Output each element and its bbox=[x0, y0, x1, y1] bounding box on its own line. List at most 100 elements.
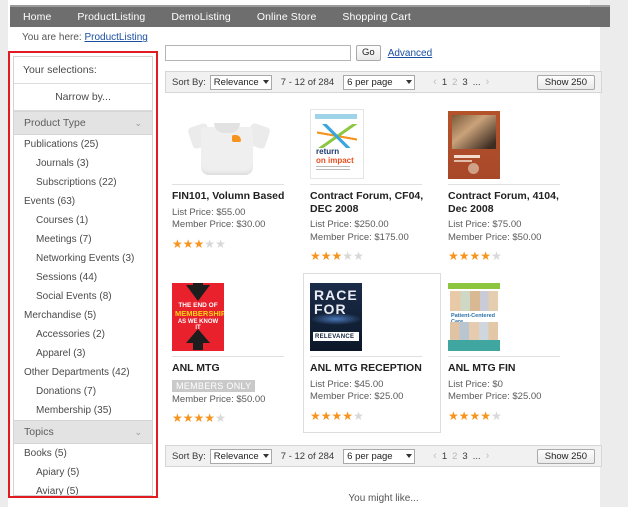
facet-item[interactable]: Membership (35) bbox=[14, 401, 152, 420]
facet-item[interactable]: Other Departments (42) bbox=[14, 363, 152, 382]
product-image-orange-book[interactable] bbox=[448, 111, 500, 179]
nav-item-online-store[interactable]: Online Store bbox=[244, 7, 330, 27]
product-name[interactable]: ANL MTG RECEPTION bbox=[310, 362, 434, 375]
facet-group-title: Product Type bbox=[24, 117, 86, 129]
star-icon: ★ bbox=[204, 411, 216, 425]
page-button-2[interactable]: 2 bbox=[452, 77, 457, 88]
product-rating-stars[interactable]: ★★★★★ bbox=[310, 410, 434, 422]
narrow-by-button[interactable]: Narrow by... bbox=[14, 84, 152, 111]
facet-item[interactable]: Meetings (7) bbox=[14, 230, 152, 249]
star-icon: ★ bbox=[353, 249, 364, 263]
page-button-1[interactable]: 1 bbox=[442, 451, 447, 462]
product-list-price: List Price: $0 bbox=[448, 378, 503, 390]
star-icon: ★ bbox=[172, 236, 183, 251]
nav-item-demolisting[interactable]: DemoListing bbox=[158, 7, 243, 27]
chevron-left-icon[interactable]: ‹ bbox=[433, 76, 437, 88]
facet-group-title: Topics bbox=[24, 426, 54, 438]
chevron-right-icon[interactable]: › bbox=[486, 76, 490, 88]
star-icon: ★ bbox=[491, 249, 502, 263]
product-list-price: List Price: $75.00 bbox=[448, 219, 522, 230]
product-name[interactable]: ANL MTG bbox=[172, 362, 296, 375]
product-image-patient-centered-care[interactable]: Patient-Centered Care bbox=[448, 283, 500, 351]
facet-group-header-product-type[interactable]: Product Type ⌄ bbox=[14, 111, 152, 135]
search-input[interactable] bbox=[165, 45, 351, 61]
tile-divider bbox=[310, 184, 422, 185]
star-icon: ★ bbox=[353, 408, 364, 423]
facet-item[interactable]: Networking Events (3) bbox=[14, 249, 152, 268]
facet-item[interactable]: Merchandise (5) bbox=[14, 306, 152, 325]
product-image-return-on-impact[interactable]: return on impact bbox=[310, 109, 364, 179]
product-member-price: Member Price: $30.00 bbox=[172, 219, 266, 230]
chevron-down-icon: ⌄ bbox=[134, 426, 142, 437]
star-icon: ★ bbox=[331, 249, 343, 263]
advanced-search-link[interactable]: Advanced bbox=[388, 48, 432, 59]
page-button-3[interactable]: 3 bbox=[462, 451, 467, 462]
per-page-value: 6 per page bbox=[347, 76, 393, 88]
facet-item[interactable]: Accessories (2) bbox=[14, 325, 152, 344]
nav-item-productlisting[interactable]: ProductListing bbox=[64, 7, 158, 27]
show-all-button-top[interactable]: Show 250 bbox=[536, 74, 595, 90]
facet-item[interactable]: Publications (25) bbox=[14, 135, 152, 154]
product-thumbnail[interactable] bbox=[172, 107, 296, 179]
star-icon: ★ bbox=[215, 236, 226, 251]
product-name[interactable]: FIN101, Volumn Based bbox=[172, 190, 296, 203]
chevron-down-icon bbox=[262, 80, 269, 84]
product-name[interactable]: ANL MTG FIN bbox=[448, 362, 572, 375]
nav-item-shopping-cart[interactable]: Shopping Cart bbox=[329, 7, 423, 27]
facet-item[interactable]: Donations (7) bbox=[14, 382, 152, 401]
breadcrumb-link-productlisting[interactable]: ProductListing bbox=[84, 32, 147, 43]
chevron-right-icon[interactable]: › bbox=[486, 450, 490, 462]
page-button-3[interactable]: 3 bbox=[462, 77, 467, 88]
sort-by-select[interactable]: Relevance bbox=[209, 74, 272, 90]
product-thumbnail[interactable]: return on impact bbox=[310, 107, 434, 179]
product-thumbnail[interactable] bbox=[448, 107, 572, 179]
product-tile[interactable]: return on impact Contract Forum, CF04, DEC… bbox=[303, 101, 441, 271]
page-button-2[interactable]: 2 bbox=[452, 451, 457, 462]
chevron-down-icon bbox=[262, 454, 269, 458]
chevron-left-icon[interactable]: ‹ bbox=[433, 450, 437, 462]
product-rating-stars[interactable]: ★★★★★ bbox=[448, 410, 572, 422]
nav-item-home[interactable]: Home bbox=[10, 7, 64, 27]
product-rating-stars[interactable]: ★★★★★ bbox=[172, 412, 296, 424]
product-tile[interactable]: Contract Forum, 4104, Dec 2008 List Price… bbox=[441, 101, 579, 271]
page-button-1[interactable]: 1 bbox=[442, 77, 447, 88]
product-thumbnail[interactable]: THE END OF MEMBERSHIP AS WE KNOW IT bbox=[172, 279, 296, 351]
product-tile[interactable]: THE END OF MEMBERSHIP AS WE KNOW IT ANL MTG… bbox=[165, 273, 303, 433]
per-page-select[interactable]: 6 per page bbox=[343, 74, 416, 90]
product-tile[interactable]: RACE FOR RELEVANCE ANL MTG RECEPTION List Pr… bbox=[303, 273, 441, 433]
per-page-select-bottom[interactable]: 6 per page bbox=[343, 448, 416, 464]
facet-item[interactable]: Apiary (5) bbox=[14, 463, 152, 482]
facet-item[interactable]: Aviary (5) bbox=[14, 482, 152, 495]
product-grid: FIN101, Volumn Based List Price: $55.00 Me… bbox=[165, 101, 602, 435]
product-image-race-for-relevance[interactable]: RACE FOR RELEVANCE bbox=[310, 283, 362, 351]
result-count-label: 7 - 12 of 284 bbox=[280, 76, 335, 88]
facet-item[interactable]: Books (5) bbox=[14, 444, 152, 463]
show-all-button-bottom[interactable]: Show 250 bbox=[536, 448, 595, 464]
tile-divider bbox=[172, 356, 284, 357]
search-go-button[interactable]: Go bbox=[356, 45, 381, 61]
product-name[interactable]: Contract Forum, 4104, Dec 2008 bbox=[448, 190, 572, 215]
sort-by-select-bottom[interactable]: Relevance bbox=[209, 448, 272, 464]
facet-item[interactable]: Subscriptions (22) bbox=[14, 173, 152, 192]
product-tile[interactable]: FIN101, Volumn Based List Price: $55.00 Me… bbox=[165, 101, 303, 271]
product-rating-stars[interactable]: ★★★★★ bbox=[310, 250, 434, 262]
window-right-edge bbox=[600, 0, 628, 507]
product-rating-stars[interactable]: ★★★★★ bbox=[448, 250, 572, 262]
product-member-price: Member Price: $50.00 bbox=[448, 231, 542, 243]
facet-item[interactable]: Journals (3) bbox=[14, 154, 152, 173]
product-image-tshirt[interactable] bbox=[187, 119, 271, 179]
product-tile[interactable]: Patient-Centered Care ANL MTG FIN List Pri… bbox=[441, 273, 579, 433]
facet-item[interactable]: Apparel (3) bbox=[14, 344, 152, 363]
facet-item[interactable]: Sessions (44) bbox=[14, 268, 152, 287]
facet-item[interactable]: Courses (1) bbox=[14, 211, 152, 230]
product-name[interactable]: Contract Forum, CF04, DEC 2008 bbox=[310, 190, 434, 215]
product-member-price: Member Price: $25.00 bbox=[448, 391, 542, 402]
facet-group-header-topics[interactable]: Topics ⌄ bbox=[14, 420, 152, 444]
product-rating-stars[interactable]: ★★★★★ bbox=[172, 238, 296, 250]
product-thumbnail[interactable]: Patient-Centered Care bbox=[448, 279, 572, 351]
facet-item[interactable]: Social Events (8) bbox=[14, 287, 152, 306]
facet-item[interactable]: Events (63) bbox=[14, 192, 152, 211]
sort-by-label: Sort By: bbox=[172, 76, 206, 88]
product-image-end-of-membership[interactable]: THE END OF MEMBERSHIP AS WE KNOW IT bbox=[172, 283, 224, 351]
product-thumbnail[interactable]: RACE FOR RELEVANCE bbox=[310, 279, 434, 351]
